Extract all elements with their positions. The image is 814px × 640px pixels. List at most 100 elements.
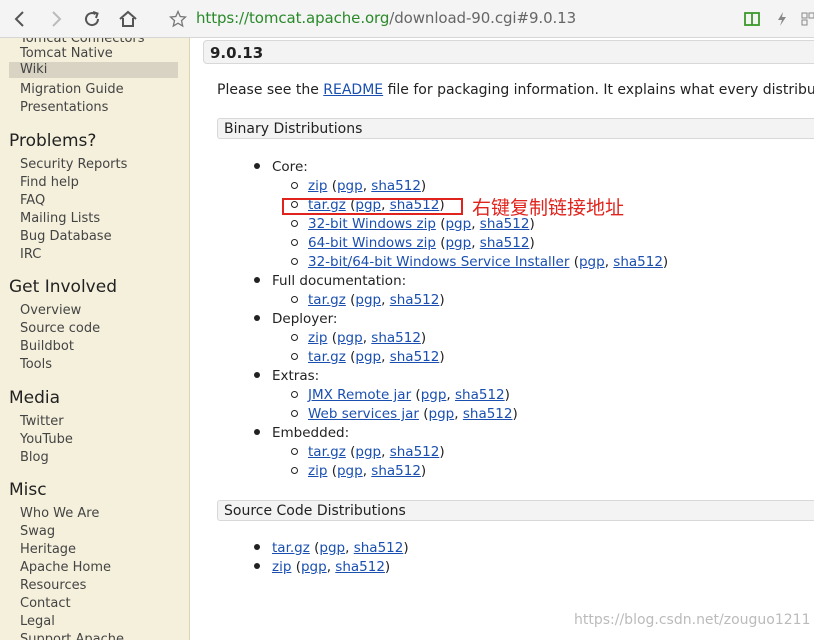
bookmark-star-button[interactable] (166, 7, 190, 31)
sidebar-item-migration-guide[interactable]: Migration Guide (20, 82, 124, 98)
sidebar-item-heritage[interactable]: Heritage (20, 542, 76, 558)
ws-sha512-link[interactable]: sha512 (463, 406, 513, 422)
sidebar-item-source-code[interactable]: Source code (20, 321, 100, 337)
bullet (291, 390, 298, 398)
speed-button[interactable] (772, 9, 792, 29)
core-win64-pgp-link[interactable]: pgp (445, 235, 471, 251)
home-button[interactable] (116, 7, 140, 31)
docs-targz-pgp-link[interactable]: pgp (355, 292, 381, 308)
embedded-label: Embedded: (272, 425, 350, 441)
reload-button[interactable] (80, 7, 104, 31)
core-win32-pgp-link[interactable]: pgp (445, 216, 471, 232)
deployer-targz-pgp-link[interactable]: pgp (355, 349, 381, 365)
jmx-pgp-link[interactable]: pgp (421, 387, 447, 403)
sidebar-item-bug-database[interactable]: Bug Database (20, 229, 112, 245)
qr-button[interactable] (798, 9, 814, 29)
deployer-targz-sha512-link[interactable]: sha512 (390, 349, 440, 365)
list-item-deployer-targz: tar.gz (pgp, sha512) (291, 348, 445, 367)
home-icon (119, 10, 137, 27)
core-installer-sha512-link[interactable]: sha512 (613, 254, 663, 270)
core-zip-link[interactable]: zip (308, 178, 327, 194)
source-targz-sha512-link[interactable]: sha512 (354, 540, 404, 556)
sidebar-item-security-reports[interactable]: Security Reports (20, 157, 127, 173)
sidebar-item-tools[interactable]: Tools (20, 357, 52, 373)
source-targz-link[interactable]: tar.gz (272, 540, 310, 556)
source-targz-pgp-link[interactable]: pgp (319, 540, 345, 556)
sidebar-item-contact[interactable]: Contact (20, 596, 71, 612)
embedded-zip-sha512-link[interactable]: sha512 (371, 463, 421, 479)
core-win32-link[interactable]: 32-bit Windows zip (308, 216, 436, 232)
bullet (291, 257, 298, 265)
lightning-icon (778, 12, 786, 26)
embedded-targz-link[interactable]: tar.gz (308, 444, 346, 460)
sidebar-item-irc[interactable]: IRC (20, 247, 41, 263)
url-scheme: https:// (196, 9, 249, 27)
deployer-zip-pgp-link[interactable]: pgp (337, 330, 363, 346)
url-path: /download-90.cgi#9.0.13 (389, 9, 577, 27)
jmx-remote-jar-link[interactable]: JMX Remote jar (308, 387, 411, 403)
sidebar-item-apache-home[interactable]: Apache Home (20, 560, 111, 576)
address-bar[interactable]: https://tomcat.apache.org/download-90.cg… (196, 9, 576, 27)
annotation-text: 右键复制链接地址 (472, 197, 625, 219)
deployer-zip-link[interactable]: zip (308, 330, 327, 346)
sidebar-item-legal[interactable]: Legal (20, 614, 55, 630)
core-win64-link[interactable]: 64-bit Windows zip (308, 235, 436, 251)
sidebar-item-blog[interactable]: Blog (20, 450, 49, 466)
bullet (291, 409, 298, 417)
back-button[interactable] (8, 7, 32, 31)
list-item-source-zip: zip (pgp, sha512) (254, 558, 390, 577)
embedded-targz-sha512-link[interactable]: sha512 (390, 444, 440, 460)
core-zip-sha512-link[interactable]: sha512 (371, 178, 421, 194)
sidebar-item-wiki[interactable]: Wiki (9, 62, 178, 78)
forward-button[interactable] (44, 7, 68, 31)
star-icon (169, 10, 187, 28)
source-distributions-header: Source Code Distributions (217, 500, 814, 521)
sidebar-item-youtube[interactable]: YouTube (20, 432, 73, 448)
bullet (291, 181, 298, 189)
main-content: 9.0.13 Please see the README file for pa… (190, 38, 814, 640)
core-installer-link[interactable]: 32-bit/64-bit Windows Service Installer (308, 254, 569, 270)
sidebar-item-resources[interactable]: Resources (20, 578, 86, 594)
deployer-zip-sha512-link[interactable]: sha512 (371, 330, 421, 346)
list-item-core-installer: 32-bit/64-bit Windows Service Installer … (291, 253, 668, 272)
core-win64-sha512-link[interactable]: sha512 (480, 235, 530, 251)
source-distributions-title: Source Code Distributions (224, 503, 406, 519)
reader-button[interactable] (742, 9, 762, 29)
embedded-zip-link[interactable]: zip (308, 463, 327, 479)
source-zip-link[interactable]: zip (272, 559, 291, 575)
sidebar-heading-get-involved: Get Involved (9, 277, 117, 297)
deployer-label: Deployer: (272, 311, 338, 327)
list-item-embedded-targz: tar.gz (pgp, sha512) (291, 443, 445, 462)
source-zip-sha512-link[interactable]: sha512 (335, 559, 385, 575)
bullet (291, 219, 298, 227)
readme-link[interactable]: README (323, 82, 383, 98)
core-installer-pgp-link[interactable]: pgp (579, 254, 605, 270)
source-zip-pgp-link[interactable]: pgp (301, 559, 327, 575)
docs-targz-link[interactable]: tar.gz (308, 292, 346, 308)
sidebar-item-overview[interactable]: Overview (20, 303, 81, 319)
sidebar-item-faq[interactable]: FAQ (20, 193, 45, 209)
sidebar-item-support-apache[interactable]: Support Apache (20, 632, 124, 640)
web-services-jar-link[interactable]: Web services jar (308, 406, 419, 422)
sidebar-item-presentations[interactable]: Presentations (20, 100, 108, 116)
sidebar-heading-problems: Problems? (9, 131, 97, 151)
jmx-sha512-link[interactable]: sha512 (455, 387, 505, 403)
sidebar-item-twitter[interactable]: Twitter (20, 414, 64, 430)
bullet (291, 333, 298, 341)
back-arrow-icon (14, 11, 24, 27)
deployer-targz-link[interactable]: tar.gz (308, 349, 346, 365)
sidebar-item-swag[interactable]: Swag (20, 524, 55, 540)
ws-pgp-link[interactable]: pgp (429, 406, 455, 422)
core-zip-pgp-link[interactable]: pgp (337, 178, 363, 194)
list-item-core-win64: 64-bit Windows zip (pgp, sha512) (291, 234, 535, 253)
binary-distributions-title: Binary Distributions (224, 121, 363, 137)
sidebar-item-who-we-are[interactable]: Who We Are (20, 506, 99, 522)
docs-targz-sha512-link[interactable]: sha512 (390, 292, 440, 308)
embedded-zip-pgp-link[interactable]: pgp (337, 463, 363, 479)
sidebar-item-find-help[interactable]: Find help (20, 175, 79, 191)
sidebar-item-mailing-lists[interactable]: Mailing Lists (20, 211, 100, 227)
sidebar-item-tomcat-native[interactable]: Tomcat Native (20, 46, 113, 62)
embedded-targz-pgp-link[interactable]: pgp (355, 444, 381, 460)
extras-label: Extras: (272, 368, 320, 384)
sidebar-item-buildbot[interactable]: Buildbot (20, 339, 74, 355)
